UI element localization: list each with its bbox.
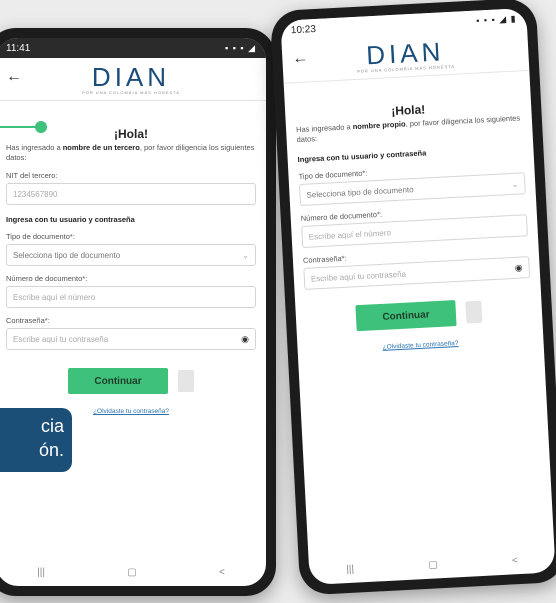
doc-type-label: Tipo de documento*: <box>6 232 75 241</box>
chevron-down-icon: ⌄ <box>511 179 519 189</box>
back-arrow-icon[interactable]: ← <box>292 49 309 68</box>
login-form: ¡Hola! Has ingresado a nombre de un terc… <box>0 101 266 425</box>
doc-number-label: Número de documento*: <box>6 274 88 283</box>
pointer-line <box>0 126 40 128</box>
app-bar: ← DIAN POR UNA COLOMBIA MÁS HONESTA <box>0 58 266 101</box>
callout-bubble: cia ón. <box>0 408 72 472</box>
recent-apps-icon[interactable]: ||| <box>37 567 45 578</box>
chevron-down-icon: ⌄ <box>242 250 249 260</box>
left-phone: 11:41 ▪ ▪ ▪ ◢ ← DIAN POR UNA COLOMBIA MÁ… <box>0 28 276 596</box>
actions: Continuar <box>6 368 256 394</box>
callout-line-2: ón. <box>38 440 64 460</box>
eye-off-icon[interactable]: ◉ <box>514 262 522 273</box>
nit-field[interactable]: 1234567890 <box>6 183 256 205</box>
status-icons: ▪ ▪ ▪ ◢ ▮ <box>475 12 517 26</box>
status-time: 11:41 <box>6 42 31 54</box>
back-nav-icon[interactable]: < <box>512 555 518 566</box>
back-arrow-icon[interactable]: ← <box>6 68 22 86</box>
right-phone-screen: 10:23 ▪ ▪ ▪ ◢ ▮ ← DIAN POR UNA COLOMBIA … <box>280 7 556 586</box>
actions: Continuar <box>305 296 532 334</box>
status-bar: 11:41 ▪ ▪ ▪ ◢ <box>0 38 266 58</box>
secondary-button[interactable] <box>178 370 194 392</box>
password-input[interactable]: Escribe aquí tu contraseña ◉ <box>6 328 256 350</box>
nit-label: NIT del tercero: <box>6 171 58 180</box>
home-icon[interactable]: ▢ <box>127 567 136 578</box>
dian-logo: DIAN POR UNA COLOMBIA MÁS HONESTA <box>82 62 180 95</box>
password-label: Contraseña*: <box>6 316 50 325</box>
doc-type-select[interactable]: Selecciona tipo de documento ⌄ <box>6 244 256 266</box>
pointer-dot <box>35 121 47 133</box>
nav-bar: ||| ▢ < <box>308 544 555 585</box>
home-icon[interactable]: ▢ <box>428 559 438 570</box>
status-icons: ▪ ▪ ▪ ◢ <box>225 42 256 53</box>
continue-button[interactable]: Continuar <box>355 300 457 332</box>
secondary-button[interactable] <box>465 300 483 324</box>
right-phone: 10:23 ▪ ▪ ▪ ◢ ▮ ← DIAN POR UNA COLOMBIA … <box>269 0 556 596</box>
eye-off-icon[interactable]: ◉ <box>241 334 249 345</box>
continue-button[interactable]: Continuar <box>68 368 168 394</box>
back-nav-icon[interactable]: < <box>219 567 225 578</box>
recent-apps-icon[interactable]: ||| <box>346 563 354 574</box>
forgot-password-link[interactable]: ¿Olvidaste tu contraseña? <box>308 336 534 355</box>
section-title: Ingresa con tu usuario y contraseña <box>6 215 135 224</box>
dian-logo: DIAN POR UNA COLOMBIA MÁS HONESTA <box>357 36 456 74</box>
doc-number-input[interactable]: Escribe aquí el número <box>6 286 256 308</box>
nav-bar: ||| ▢ < <box>0 558 266 586</box>
callout-line-1: cia <box>40 416 64 436</box>
section-title: Ingresa con tu usuario y contraseña <box>297 148 427 165</box>
status-time: 10:23 <box>290 23 317 36</box>
intro-text: Has ingresado a nombre de un tercero, po… <box>6 143 255 162</box>
login-form: ¡Hola! Has ingresado a nombre propio, po… <box>284 71 544 365</box>
